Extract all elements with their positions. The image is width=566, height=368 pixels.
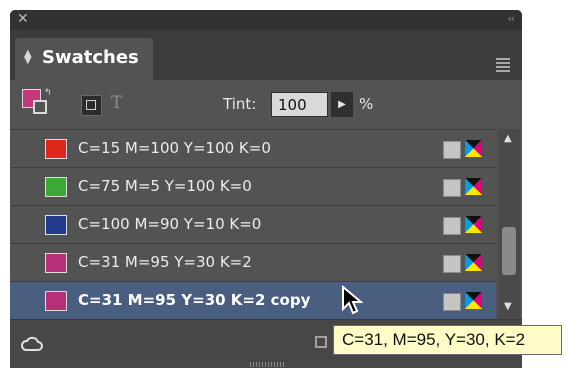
scroll-thumb[interactable] [502, 227, 516, 275]
scrollbar[interactable]: ▲ ▼ [498, 129, 520, 319]
process-color-icon [443, 179, 461, 197]
show-swatch-kinds-icon[interactable] [315, 336, 327, 348]
cmyk-mode-icon [465, 140, 482, 157]
tab-label: Swatches [42, 47, 139, 68]
swatch-color-chip [45, 291, 67, 311]
tint-label: Tint: [223, 95, 257, 113]
swatch-row[interactable]: C=75 M=5 Y=100 K=0 [10, 167, 496, 205]
swatch-list: C=15 M=100 Y=100 K=0 C=75 M=5 Y=100 K=0 C=… [10, 129, 496, 319]
tab-bar: ▲ ▼ Swatches [10, 30, 522, 80]
process-color-icon [443, 293, 461, 311]
panel-titlebar: ✕ ‹‹ [10, 10, 522, 30]
swatch-color-chip [45, 215, 67, 235]
swatch-name: C=31 M=95 Y=30 K=2 copy [78, 291, 311, 309]
formatting-container-icon[interactable] [81, 95, 102, 116]
swap-arrow-icon[interactable]: ↰ [44, 88, 52, 98]
resize-grip[interactable] [250, 362, 284, 367]
cmyk-mode-icon [465, 216, 482, 233]
swatch-row[interactable]: C=15 M=100 Y=100 K=0 [10, 129, 496, 167]
swatch-row[interactable]: C=100 M=90 Y=10 K=0 [10, 205, 496, 243]
swatches-toolbar: ↰ T Tint: 100 ▶ % [10, 80, 522, 128]
stroke-swatch[interactable] [33, 100, 47, 114]
tint-unit: % [359, 95, 374, 113]
process-color-icon [443, 141, 461, 159]
swatch-color-chip [45, 139, 67, 159]
formatting-text-icon[interactable]: T [111, 93, 122, 113]
cloud-icon[interactable] [21, 336, 43, 352]
process-color-icon [443, 217, 461, 235]
collapse-icon[interactable]: ‹‹ [507, 12, 515, 25]
scroll-down-icon[interactable]: ▼ [504, 301, 512, 312]
process-color-icon [443, 255, 461, 273]
tab-swatches[interactable]: ▲ ▼ Swatches [15, 38, 153, 80]
cmyk-mode-icon [465, 292, 482, 309]
tooltip: C=31, M=95, Y=30, K=2 [333, 325, 562, 355]
swatch-row[interactable]: C=31 M=95 Y=30 K=2 [10, 243, 496, 281]
swatch-color-chip [45, 177, 67, 197]
scroll-up-icon[interactable]: ▲ [504, 133, 512, 144]
fill-stroke-icon[interactable]: ↰ [22, 88, 52, 119]
updown-arrows-icon: ▲ ▼ [24, 48, 32, 66]
swatch-color-chip [45, 253, 67, 273]
cmyk-mode-icon [465, 178, 482, 195]
swatch-name: C=75 M=5 Y=100 K=0 [78, 177, 252, 195]
cmyk-mode-icon [465, 254, 482, 271]
tint-input[interactable]: 100 [271, 92, 328, 117]
tint-slider-button[interactable]: ▶ [331, 92, 353, 117]
swatch-name: C=31 M=95 Y=30 K=2 [78, 253, 252, 271]
swatches-panel: ✕ ‹‹ ▲ ▼ Swatches ↰ T Tint: 100 ▶ % C=15 … [10, 10, 522, 368]
swatch-name: C=100 M=90 Y=10 K=0 [78, 215, 262, 233]
close-icon[interactable]: ✕ [17, 11, 29, 27]
panel-menu-icon[interactable] [496, 58, 510, 74]
swatch-name: C=15 M=100 Y=100 K=0 [78, 139, 271, 157]
swatch-row[interactable]: C=31 M=95 Y=30 K=2 copy [10, 281, 496, 319]
mouse-pointer-icon [342, 285, 363, 315]
